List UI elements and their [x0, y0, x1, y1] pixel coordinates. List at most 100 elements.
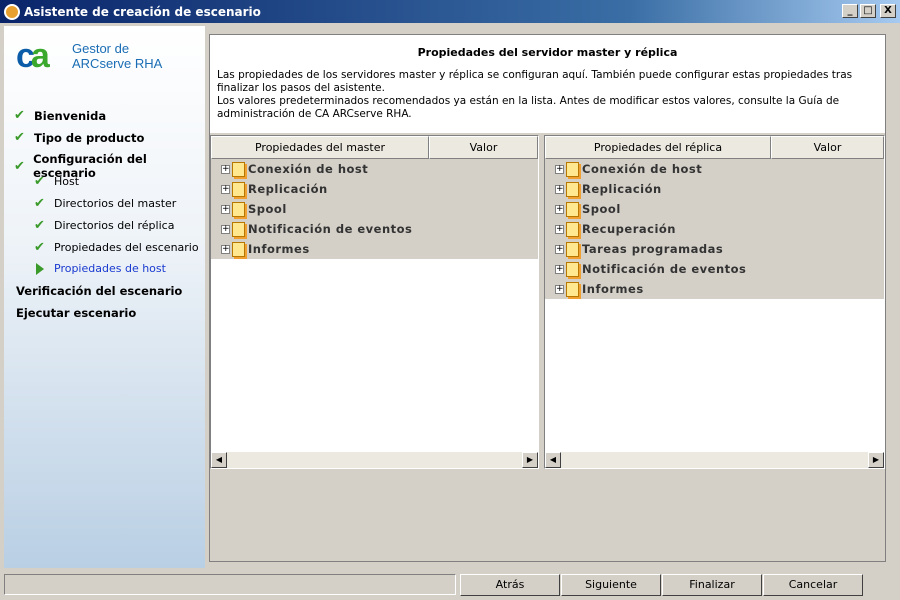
property-group-icon	[232, 241, 245, 257]
master-col-header[interactable]: Propiedades del master	[211, 136, 429, 159]
property-group-icon	[232, 181, 245, 197]
expand-icon[interactable]: +	[555, 244, 564, 254]
property-group-label: Spool	[248, 202, 287, 216]
check-icon: ✔	[14, 108, 25, 123]
property-group-row[interactable]: + Replicación	[211, 179, 538, 199]
page-title: Propiedades del servidor master y réplic…	[417, 46, 678, 59]
property-group-icon	[232, 161, 245, 177]
property-group-label: Informes	[582, 282, 644, 296]
expand-icon[interactable]: +	[555, 224, 564, 234]
window-title: Asistente de creación de escenario	[24, 4, 261, 19]
replica-hscrollbar[interactable]: ◀ ▶	[545, 452, 884, 468]
property-group-row[interactable]: + Tareas programadas	[545, 239, 884, 259]
step-item: ✔ Propiedades del escenario	[34, 240, 199, 255]
check-icon: ✔	[34, 240, 45, 255]
property-group-row[interactable]: + Notificación de eventos	[211, 219, 538, 239]
step-label: Bienvenida	[34, 108, 107, 123]
close-button[interactable]: X	[880, 4, 896, 18]
step-label: Directorios del master	[54, 197, 177, 210]
step-item: Propiedades de host	[34, 262, 166, 275]
step-label: Ejecutar escenario	[16, 306, 137, 320]
check-icon: ✔	[14, 130, 25, 145]
master-hscrollbar[interactable]: ◀ ▶	[211, 452, 538, 468]
expand-icon[interactable]: +	[221, 224, 230, 234]
header: Propiedades del servidor master y réplic…	[210, 35, 885, 133]
check-icon: ✔	[14, 158, 25, 174]
property-group-icon	[566, 241, 579, 257]
step-item: ✔ Directorios del master	[34, 196, 176, 211]
property-group-row[interactable]: + Spool	[211, 199, 538, 219]
property-group-icon	[566, 161, 579, 177]
property-group-icon	[566, 261, 579, 277]
minimize-button[interactable]: _	[842, 4, 858, 18]
maximize-button[interactable]: □	[860, 4, 876, 18]
step-label: Host	[54, 175, 80, 188]
property-group-row[interactable]: + Conexión de host	[211, 159, 538, 179]
property-group-row[interactable]: + Replicación	[545, 179, 884, 199]
app-icon	[4, 3, 20, 20]
step-label: Verificación del escenario	[16, 284, 183, 298]
product-name: Gestor de ARCserve RHA	[72, 41, 163, 71]
property-group-icon	[232, 201, 245, 217]
property-group-label: Informes	[248, 242, 310, 256]
replica-properties-grid[interactable]: Propiedades del réplica Valor + Conexión d…	[544, 135, 885, 469]
step-item: ✔ Directorios del réplica	[34, 218, 174, 233]
main-panel: Propiedades del servidor master y réplic…	[209, 34, 886, 562]
check-icon: ✔	[34, 174, 45, 189]
step-item: ✔ Tipo de producto	[14, 130, 144, 145]
step-item: ✔ Host	[34, 174, 79, 189]
description-2: Los valores predeterminados recomendados…	[217, 95, 840, 120]
expand-icon[interactable]: +	[555, 164, 564, 174]
cancel-button[interactable]: Cancelar	[763, 574, 863, 596]
scroll-right-button[interactable]: ▶	[868, 452, 884, 468]
next-button[interactable]: Siguiente	[561, 574, 661, 596]
step-label: Propiedades de host	[54, 262, 166, 275]
replica-col-header[interactable]: Propiedades del réplica	[545, 136, 771, 159]
expand-icon[interactable]: +	[221, 184, 230, 194]
property-group-label: Recuperación	[582, 222, 676, 236]
title-bar: Asistente de creación de escenario _ □ X	[0, 0, 900, 23]
property-group-icon	[566, 281, 579, 297]
property-group-row[interactable]: + Informes	[545, 279, 884, 299]
description-1: Las propiedades de los servidores master…	[217, 69, 853, 94]
property-group-label: Conexión de host	[248, 162, 369, 176]
property-group-icon	[232, 221, 245, 237]
master-value-header[interactable]: Valor	[429, 136, 538, 159]
scroll-right-button[interactable]: ▶	[522, 452, 538, 468]
step-item: ✔ Bienvenida	[14, 108, 106, 123]
status-bar	[4, 574, 456, 595]
replica-value-header[interactable]: Valor	[771, 136, 884, 159]
back-button[interactable]: Atrás	[460, 574, 560, 596]
property-group-label: Conexión de host	[582, 162, 703, 176]
expand-icon[interactable]: +	[221, 244, 230, 254]
expand-icon[interactable]: +	[221, 204, 230, 214]
current-step-arrow-icon	[36, 262, 44, 275]
scroll-left-button[interactable]: ◀	[211, 452, 227, 468]
expand-icon[interactable]: +	[555, 264, 564, 274]
step-label: Directorios del réplica	[54, 219, 175, 232]
property-group-row[interactable]: + Conexión de host	[545, 159, 884, 179]
step-item: Verificación del escenario	[16, 284, 182, 298]
property-group-row[interactable]: + Notificación de eventos	[545, 259, 884, 279]
ca-logo: ca	[16, 37, 50, 75]
expand-icon[interactable]: +	[221, 164, 230, 174]
master-properties-grid[interactable]: Propiedades del master Valor + Conexión de…	[210, 135, 539, 469]
property-group-icon	[566, 221, 579, 237]
step-label: Propiedades del escenario	[54, 241, 199, 254]
property-group-row[interactable]: + Recuperación	[545, 219, 884, 239]
expand-icon[interactable]: +	[555, 184, 564, 194]
property-group-icon	[566, 181, 579, 197]
property-group-row[interactable]: + Spool	[545, 199, 884, 219]
expand-icon[interactable]: +	[555, 204, 564, 214]
step-label: Tipo de producto	[34, 130, 145, 145]
expand-icon[interactable]: +	[555, 284, 564, 294]
finish-button[interactable]: Finalizar	[662, 574, 762, 596]
property-group-label: Replicación	[248, 182, 328, 196]
step-item: Ejecutar escenario	[16, 306, 136, 320]
scroll-left-button[interactable]: ◀	[545, 452, 561, 468]
property-group-label: Tareas programadas	[582, 242, 724, 256]
check-icon: ✔	[34, 196, 45, 211]
property-group-label: Replicación	[582, 182, 662, 196]
property-group-label: Notificación de eventos	[248, 222, 413, 236]
property-group-row[interactable]: + Informes	[211, 239, 538, 259]
